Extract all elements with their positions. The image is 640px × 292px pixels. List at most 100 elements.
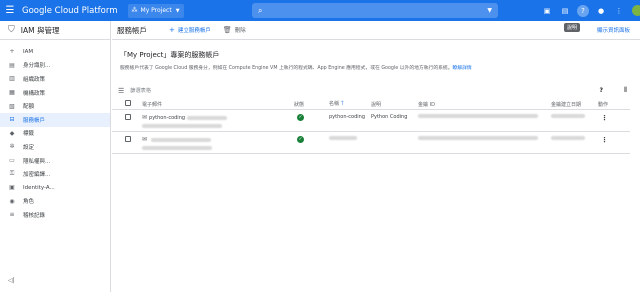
redacted-email (151, 137, 212, 142)
redacted-email-domain (142, 124, 222, 128)
redacted-name (329, 136, 357, 140)
column-status[interactable]: 狀態 (294, 99, 329, 110)
learn-more-link[interactable]: 瞭解詳情 (453, 66, 472, 71)
service-accounts-table: 電子郵件 狀態 名稱 🡑 說明 金鑰 ID 金鑰建立日期 動作 ✉ python-… (112, 99, 630, 154)
org-icon: ▦ (9, 89, 15, 97)
section-heading: 「My Project」專案的服務帳戶 (120, 51, 220, 59)
filter-icon: ☰ (118, 86, 125, 95)
filter-input[interactable]: 篩選表格 (130, 87, 151, 94)
cloud-shell-icon[interactable]: ▤ (556, 0, 574, 21)
menu-icon[interactable]: ☰ (0, 0, 20, 21)
chevron-down-icon: ▼ (175, 7, 180, 14)
trash-icon: 🗑 (222, 26, 232, 34)
row-email[interactable]: ✉ (142, 136, 294, 143)
main-content: 服務帳戶 + 建立服務帳戶 🗑 刪除 顯示資訊面板 「My Project」專案的服… (112, 21, 640, 292)
sort-arrow-up-icon: 🡑 (340, 100, 344, 107)
shield-icon: ⛉ (8, 25, 15, 35)
column-key-created[interactable]: 金鑰建立日期 (551, 99, 598, 110)
key-icon: ⚿ (9, 170, 15, 178)
help-icon[interactable]: ? (600, 87, 603, 94)
row-description: Python Coding (371, 109, 418, 132)
column-key-id[interactable]: 金鑰 ID (418, 99, 551, 110)
redacted-key-date (551, 136, 585, 140)
section-description: 服務帳戶代表了 Google Cloud 服務身分，例如在 Compute En… (120, 66, 472, 71)
policy-icon: ▥ (9, 75, 15, 83)
identity-aware-icon: ▣ (9, 184, 15, 192)
top-bar-icons: ▣ ▤ ? ● ⋮ (538, 0, 640, 21)
redacted-key-date (551, 114, 585, 118)
filter-bar: ☰ 篩選表格 ? ⦀ (112, 84, 640, 97)
status-ok-icon: ✓ (297, 114, 304, 121)
plus-icon: + (169, 26, 175, 34)
row-name: python-coding (329, 109, 371, 132)
sidebar-item-labels[interactable]: ◆ 標籤 (0, 127, 110, 141)
redacted-key-id (418, 114, 538, 118)
roles-icon: ◉ (9, 197, 15, 205)
table-row: ✉ ✓ ⋮ (112, 131, 630, 154)
column-description[interactable]: 說明 (371, 99, 418, 110)
help-icon[interactable]: ? (577, 4, 589, 17)
email-icon: ✉ (142, 114, 148, 121)
delete-button[interactable]: 🗑 刪除 (223, 26, 246, 34)
avatar[interactable] (632, 5, 640, 16)
status-ok-icon: ✓ (297, 136, 304, 143)
table-row: ✉ python-coding ✓ python-coding Python Co… (112, 109, 630, 132)
project-name: My Project (140, 7, 172, 14)
page-header: 「My Project」專案的服務帳戶 服務帳戶代表了 Google Cloud… (112, 40, 640, 71)
chevron-down-icon: ▼ (487, 7, 492, 14)
create-service-account-button[interactable]: + 建立服務帳戶 (169, 26, 211, 34)
email-icon: ✉ (142, 136, 148, 143)
notifications-icon[interactable]: ● (592, 0, 610, 21)
sidebar-item-settings[interactable]: ✲ 設定 (0, 140, 110, 154)
sidebar-item-service-accounts[interactable]: ⊟ 服務帳戶 (0, 112, 110, 127)
privacy-icon: ▭ (9, 157, 15, 165)
quota-icon: ▧ (9, 102, 15, 110)
row-checkbox[interactable] (125, 136, 131, 142)
search-icon: ⌕ (258, 5, 263, 15)
search-input[interactable]: ⌕ ▼ (252, 3, 498, 18)
row-email[interactable]: ✉ python-coding (142, 114, 294, 121)
redacted-email (187, 115, 228, 120)
sidebar-item-audit[interactable]: ≡ 稽核記錄 (0, 208, 110, 222)
column-display-icon[interactable]: ⦀ (624, 86, 627, 95)
redacted-email-domain (142, 146, 212, 150)
sidebar-item-org[interactable]: ▦ 機構政策 (0, 86, 110, 100)
service-account-icon: ⊟ (9, 116, 15, 124)
column-email[interactable]: 電子郵件 (142, 99, 294, 110)
page-title: 服務帳戶 (117, 25, 147, 35)
sidebar-item-crypto[interactable]: ⚿ 加密編譯... (0, 167, 110, 181)
top-bar: ☰ Google Cloud Platform ⁂ My Project ▼ ⌕… (0, 0, 640, 21)
row-checkbox[interactable] (125, 114, 131, 120)
person-add-icon: + (9, 48, 15, 56)
collapse-sidebar-icon[interactable]: ◁| (8, 277, 15, 284)
sidebar-item-iam[interactable]: + IAM (0, 45, 110, 59)
more-vert-icon[interactable]: ⋮ (610, 0, 628, 21)
sidebar-item-org-policy[interactable]: ▥ 組織政策 (0, 72, 110, 86)
sidebar-item-identity-aware[interactable]: ▣ Identity-A... (0, 181, 110, 195)
sidebar-item-quota[interactable]: ▧ 配額 (0, 99, 110, 113)
action-bar: 服務帳戶 + 建立服務帳戶 🗑 刪除 顯示資訊面板 (112, 21, 640, 40)
sidebar-title: IAM 與管理 (20, 25, 60, 35)
column-actions: 動作 (598, 99, 630, 110)
sidebar: ⛉ IAM 與管理 + IAM ▤ 身分識別... ▥ 組織政策 ▦ 機構政策 ▧ 配額 … (0, 21, 111, 292)
select-all-checkbox[interactable] (125, 100, 131, 106)
project-icon: ⁂ (131, 7, 138, 14)
sidebar-item-identity[interactable]: ▤ 身分識別... (0, 59, 110, 73)
sidebar-item-roles[interactable]: ◉ 角色 (0, 195, 110, 209)
show-info-panel-link[interactable]: 顯示資訊面板 (597, 26, 630, 34)
table-header-row: 電子郵件 狀態 名稱 🡑 說明 金鑰 ID 金鑰建立日期 動作 (112, 99, 630, 110)
audit-icon: ≡ (9, 211, 15, 219)
sidebar-item-privacy[interactable]: ▭ 隱私權與... (0, 154, 110, 168)
identity-icon: ▤ (9, 61, 15, 69)
project-selector[interactable]: ⁂ My Project ▼ (127, 3, 184, 18)
column-name[interactable]: 名稱 🡑 (329, 99, 371, 110)
sidebar-header: ⛉ IAM 與管理 (0, 21, 110, 40)
label-icon: ◆ (9, 129, 15, 137)
gift-icon[interactable]: ▣ (538, 0, 556, 21)
settings-icon: ✲ (9, 143, 15, 151)
more-actions-icon[interactable]: ⋮ (601, 136, 608, 144)
more-actions-icon[interactable]: ⋮ (601, 114, 608, 122)
row-description (371, 131, 418, 154)
brand-title[interactable]: Google Cloud Platform (22, 6, 118, 16)
redacted-key-id (418, 136, 538, 140)
